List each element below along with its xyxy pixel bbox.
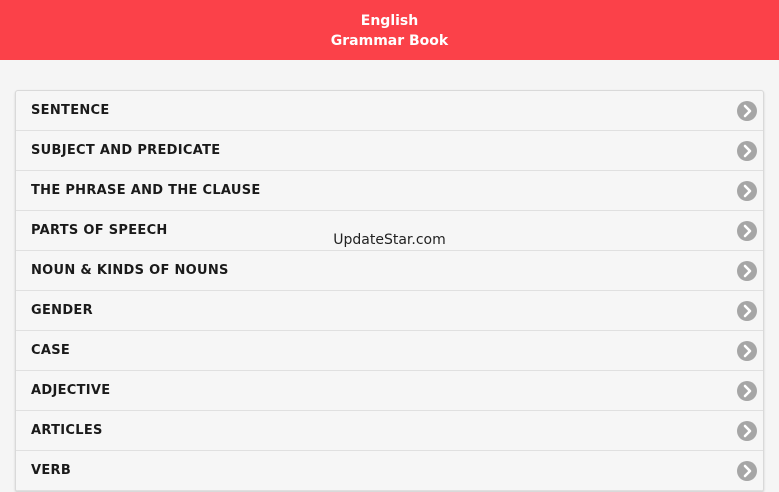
- list-item-articles[interactable]: ARTICLES: [16, 411, 763, 451]
- watermark-text: UpdateStar.com: [333, 232, 446, 248]
- list-item-label: ARTICLES: [31, 423, 103, 438]
- chapter-list: SENTENCE SUBJECT AND PREDICATE THE PHRAS…: [15, 90, 764, 492]
- list-item-label: ADJECTIVE: [31, 383, 111, 398]
- list-item-label: SENTENCE: [31, 103, 110, 118]
- chevron-right-circle-icon: [737, 421, 757, 441]
- chevron-right-circle-icon: [737, 181, 757, 201]
- list-item-phrase-and-clause[interactable]: THE PHRASE AND THE CLAUSE: [16, 171, 763, 211]
- list-item-label: THE PHRASE AND THE CLAUSE: [31, 183, 261, 198]
- list-item-label: NOUN & KINDS OF NOUNS: [31, 263, 229, 278]
- chevron-right-circle-icon: [737, 141, 757, 161]
- chevron-right-circle-icon: [737, 261, 757, 281]
- list-item-verb[interactable]: VERB: [16, 451, 763, 491]
- list-item-case[interactable]: CASE: [16, 331, 763, 371]
- app-title-line1: English: [360, 13, 419, 29]
- chevron-right-circle-icon: [737, 341, 757, 361]
- chevron-right-circle-icon: [737, 301, 757, 321]
- list-item-sentence[interactable]: SENTENCE: [16, 91, 763, 131]
- chevron-right-circle-icon: [737, 461, 757, 481]
- list-item-subject-and-predicate[interactable]: SUBJECT AND PREDICATE: [16, 131, 763, 171]
- app-title-line2: Grammar Book: [330, 33, 449, 49]
- list-item-label: VERB: [31, 463, 72, 478]
- chevron-right-circle-icon: [737, 381, 757, 401]
- chevron-right-circle-icon: [737, 101, 757, 121]
- list-item-label: SUBJECT AND PREDICATE: [31, 143, 221, 158]
- list-item-noun-kinds-of-nouns[interactable]: NOUN & KINDS OF NOUNS: [16, 251, 763, 291]
- list-item-label: GENDER: [31, 303, 93, 318]
- list-item-label: CASE: [31, 343, 71, 358]
- app-header: English Grammar Book: [0, 0, 779, 60]
- list-item-adjective[interactable]: ADJECTIVE: [16, 371, 763, 411]
- list-item-gender[interactable]: GENDER: [16, 291, 763, 331]
